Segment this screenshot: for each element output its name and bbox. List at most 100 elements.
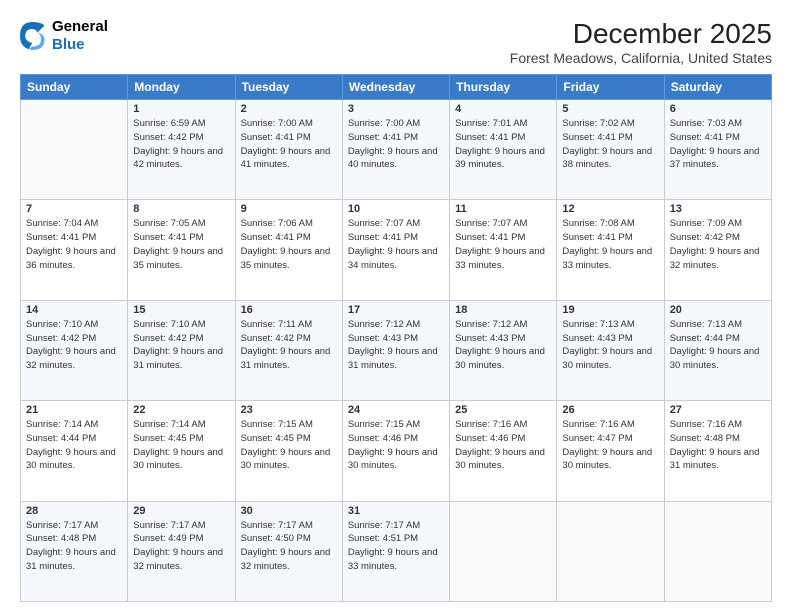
day-number: 2: [241, 103, 337, 115]
calendar-cell: 6 Sunrise: 7:03 AMSunset: 4:41 PMDaylight…: [664, 100, 771, 200]
day-number: 9: [241, 203, 337, 215]
calendar-cell: 15Sunrise: 7:10 AMSunset: 4:42 PMDayligh…: [128, 300, 235, 400]
calendar-cell: 12 Sunrise: 7:08 AMSunset: 4:41 PMDayligh…: [557, 200, 664, 300]
day-info: Sunrise: 7:11 AMSunset: 4:42 PMDaylight:…: [241, 318, 337, 373]
calendar-cell: 9 Sunrise: 7:06 AMSunset: 4:41 PMDaylight…: [235, 200, 342, 300]
day-number: 26: [562, 404, 658, 416]
day-info: Sunrise: 7:09 AMSunset: 4:42 PMDaylight:…: [670, 217, 766, 272]
calendar-table: Sunday Monday Tuesday Wednesday Thursday…: [20, 74, 772, 602]
page: General Blue December 2025 Forest Meadow…: [0, 0, 792, 612]
calendar-cell: 5Sunrise: 7:02 AMSunset: 4:41 PMDaylight…: [557, 100, 664, 200]
day-info: Sunrise: 7:16 AMSunset: 4:48 PMDaylight:…: [670, 418, 766, 473]
day-number: 25: [455, 404, 551, 416]
calendar-cell: [21, 100, 128, 200]
day-info: Sunrise: 7:12 AMSunset: 4:43 PMDaylight:…: [348, 318, 444, 373]
day-info: Sunrise: 6:59 AMSunset: 4:42 PMDaylight:…: [133, 117, 229, 172]
weekday-friday: Friday: [557, 75, 664, 100]
day-info: Sunrise: 7:08 AMSunset: 4:41 PMDaylight:…: [562, 217, 658, 272]
day-info: Sunrise: 7:16 AMSunset: 4:47 PMDaylight:…: [562, 418, 658, 473]
calendar-cell: 16Sunrise: 7:11 AMSunset: 4:42 PMDayligh…: [235, 300, 342, 400]
calendar-cell: 13 Sunrise: 7:09 AMSunset: 4:42 PMDayligh…: [664, 200, 771, 300]
day-number: 29: [133, 505, 229, 517]
day-info: Sunrise: 7:14 AMSunset: 4:45 PMDaylight:…: [133, 418, 229, 473]
calendar-body: 1Sunrise: 6:59 AMSunset: 4:42 PMDaylight…: [21, 100, 772, 602]
day-number: 12: [562, 203, 658, 215]
calendar-week-row: 28 Sunrise: 7:17 AMSunset: 4:48 PMDayligh…: [21, 501, 772, 601]
weekday-saturday: Saturday: [664, 75, 771, 100]
weekday-tuesday: Tuesday: [235, 75, 342, 100]
day-info: Sunrise: 7:17 AMSunset: 4:48 PMDaylight:…: [26, 519, 122, 574]
calendar-week-row: 21 Sunrise: 7:14 AMSunset: 4:44 PMDayligh…: [21, 401, 772, 501]
calendar-cell: 8 Sunrise: 7:05 AMSunset: 4:41 PMDaylight…: [128, 200, 235, 300]
day-number: 3: [348, 103, 444, 115]
calendar-cell: 27 Sunrise: 7:16 AMSunset: 4:48 PMDayligh…: [664, 401, 771, 501]
day-number: 20: [670, 304, 766, 316]
day-number: 31: [348, 505, 444, 517]
weekday-sunday: Sunday: [21, 75, 128, 100]
day-number: 8: [133, 203, 229, 215]
calendar-cell: [664, 501, 771, 601]
calendar-cell: 2Sunrise: 7:00 AMSunset: 4:41 PMDaylight…: [235, 100, 342, 200]
day-info: Sunrise: 7:14 AMSunset: 4:44 PMDaylight:…: [26, 418, 122, 473]
calendar-header: Sunday Monday Tuesday Wednesday Thursday…: [21, 75, 772, 100]
calendar-cell: 17Sunrise: 7:12 AMSunset: 4:43 PMDayligh…: [342, 300, 449, 400]
calendar-week-row: 7Sunrise: 7:04 AMSunset: 4:41 PMDaylight…: [21, 200, 772, 300]
day-info: Sunrise: 7:03 AMSunset: 4:41 PMDaylight:…: [670, 117, 766, 172]
day-number: 11: [455, 203, 551, 215]
subtitle: Forest Meadows, California, United State…: [510, 50, 772, 66]
day-number: 7: [26, 203, 122, 215]
day-info: Sunrise: 7:10 AMSunset: 4:42 PMDaylight:…: [26, 318, 122, 373]
day-number: 22: [133, 404, 229, 416]
logo-line2: Blue: [52, 36, 108, 54]
calendar-cell: 23 Sunrise: 7:15 AMSunset: 4:45 PMDayligh…: [235, 401, 342, 501]
day-number: 28: [26, 505, 122, 517]
day-info: Sunrise: 7:06 AMSunset: 4:41 PMDaylight:…: [241, 217, 337, 272]
day-number: 27: [670, 404, 766, 416]
day-info: Sunrise: 7:13 AMSunset: 4:43 PMDaylight:…: [562, 318, 658, 373]
day-info: Sunrise: 7:07 AMSunset: 4:41 PMDaylight:…: [348, 217, 444, 272]
day-number: 13: [670, 203, 766, 215]
day-info: Sunrise: 7:10 AMSunset: 4:42 PMDaylight:…: [133, 318, 229, 373]
calendar-cell: 31Sunrise: 7:17 AMSunset: 4:51 PMDayligh…: [342, 501, 449, 601]
calendar-week-row: 14Sunrise: 7:10 AMSunset: 4:42 PMDayligh…: [21, 300, 772, 400]
day-info: Sunrise: 7:00 AMSunset: 4:41 PMDaylight:…: [348, 117, 444, 172]
calendar-cell: 29Sunrise: 7:17 AMSunset: 4:49 PMDayligh…: [128, 501, 235, 601]
day-info: Sunrise: 7:02 AMSunset: 4:41 PMDaylight:…: [562, 117, 658, 172]
calendar-week-row: 1Sunrise: 6:59 AMSunset: 4:42 PMDaylight…: [21, 100, 772, 200]
day-number: 23: [241, 404, 337, 416]
weekday-monday: Monday: [128, 75, 235, 100]
calendar-cell: 10 Sunrise: 7:07 AMSunset: 4:41 PMDayligh…: [342, 200, 449, 300]
calendar-cell: 25 Sunrise: 7:16 AMSunset: 4:46 PMDayligh…: [450, 401, 557, 501]
day-number: 19: [562, 304, 658, 316]
weekday-thursday: Thursday: [450, 75, 557, 100]
day-info: Sunrise: 7:13 AMSunset: 4:44 PMDaylight:…: [670, 318, 766, 373]
logo-icon: [20, 22, 48, 50]
calendar-cell: 7Sunrise: 7:04 AMSunset: 4:41 PMDaylight…: [21, 200, 128, 300]
day-info: Sunrise: 7:12 AMSunset: 4:43 PMDaylight:…: [455, 318, 551, 373]
day-info: Sunrise: 7:16 AMSunset: 4:46 PMDaylight:…: [455, 418, 551, 473]
day-number: 10: [348, 203, 444, 215]
weekday-header-row: Sunday Monday Tuesday Wednesday Thursday…: [21, 75, 772, 100]
calendar-cell: 20 Sunrise: 7:13 AMSunset: 4:44 PMDayligh…: [664, 300, 771, 400]
main-title: December 2025: [510, 18, 772, 50]
calendar-cell: 30 Sunrise: 7:17 AMSunset: 4:50 PMDayligh…: [235, 501, 342, 601]
calendar-cell: 26 Sunrise: 7:16 AMSunset: 4:47 PMDayligh…: [557, 401, 664, 501]
calendar-cell: 1Sunrise: 6:59 AMSunset: 4:42 PMDaylight…: [128, 100, 235, 200]
day-number: 21: [26, 404, 122, 416]
day-info: Sunrise: 7:15 AMSunset: 4:46 PMDaylight:…: [348, 418, 444, 473]
header: General Blue December 2025 Forest Meadow…: [20, 18, 772, 66]
calendar-cell: [557, 501, 664, 601]
day-number: 30: [241, 505, 337, 517]
calendar-cell: 18Sunrise: 7:12 AMSunset: 4:43 PMDayligh…: [450, 300, 557, 400]
day-info: Sunrise: 7:05 AMSunset: 4:41 PMDaylight:…: [133, 217, 229, 272]
day-info: Sunrise: 7:15 AMSunset: 4:45 PMDaylight:…: [241, 418, 337, 473]
weekday-wednesday: Wednesday: [342, 75, 449, 100]
logo-line1: General: [52, 18, 108, 36]
calendar-cell: 3 Sunrise: 7:00 AMSunset: 4:41 PMDaylight…: [342, 100, 449, 200]
calendar-cell: 28 Sunrise: 7:17 AMSunset: 4:48 PMDayligh…: [21, 501, 128, 601]
day-number: 6: [670, 103, 766, 115]
day-number: 4: [455, 103, 551, 115]
calendar-cell: 21 Sunrise: 7:14 AMSunset: 4:44 PMDayligh…: [21, 401, 128, 501]
day-info: Sunrise: 7:01 AMSunset: 4:41 PMDaylight:…: [455, 117, 551, 172]
day-info: Sunrise: 7:17 AMSunset: 4:50 PMDaylight:…: [241, 519, 337, 574]
